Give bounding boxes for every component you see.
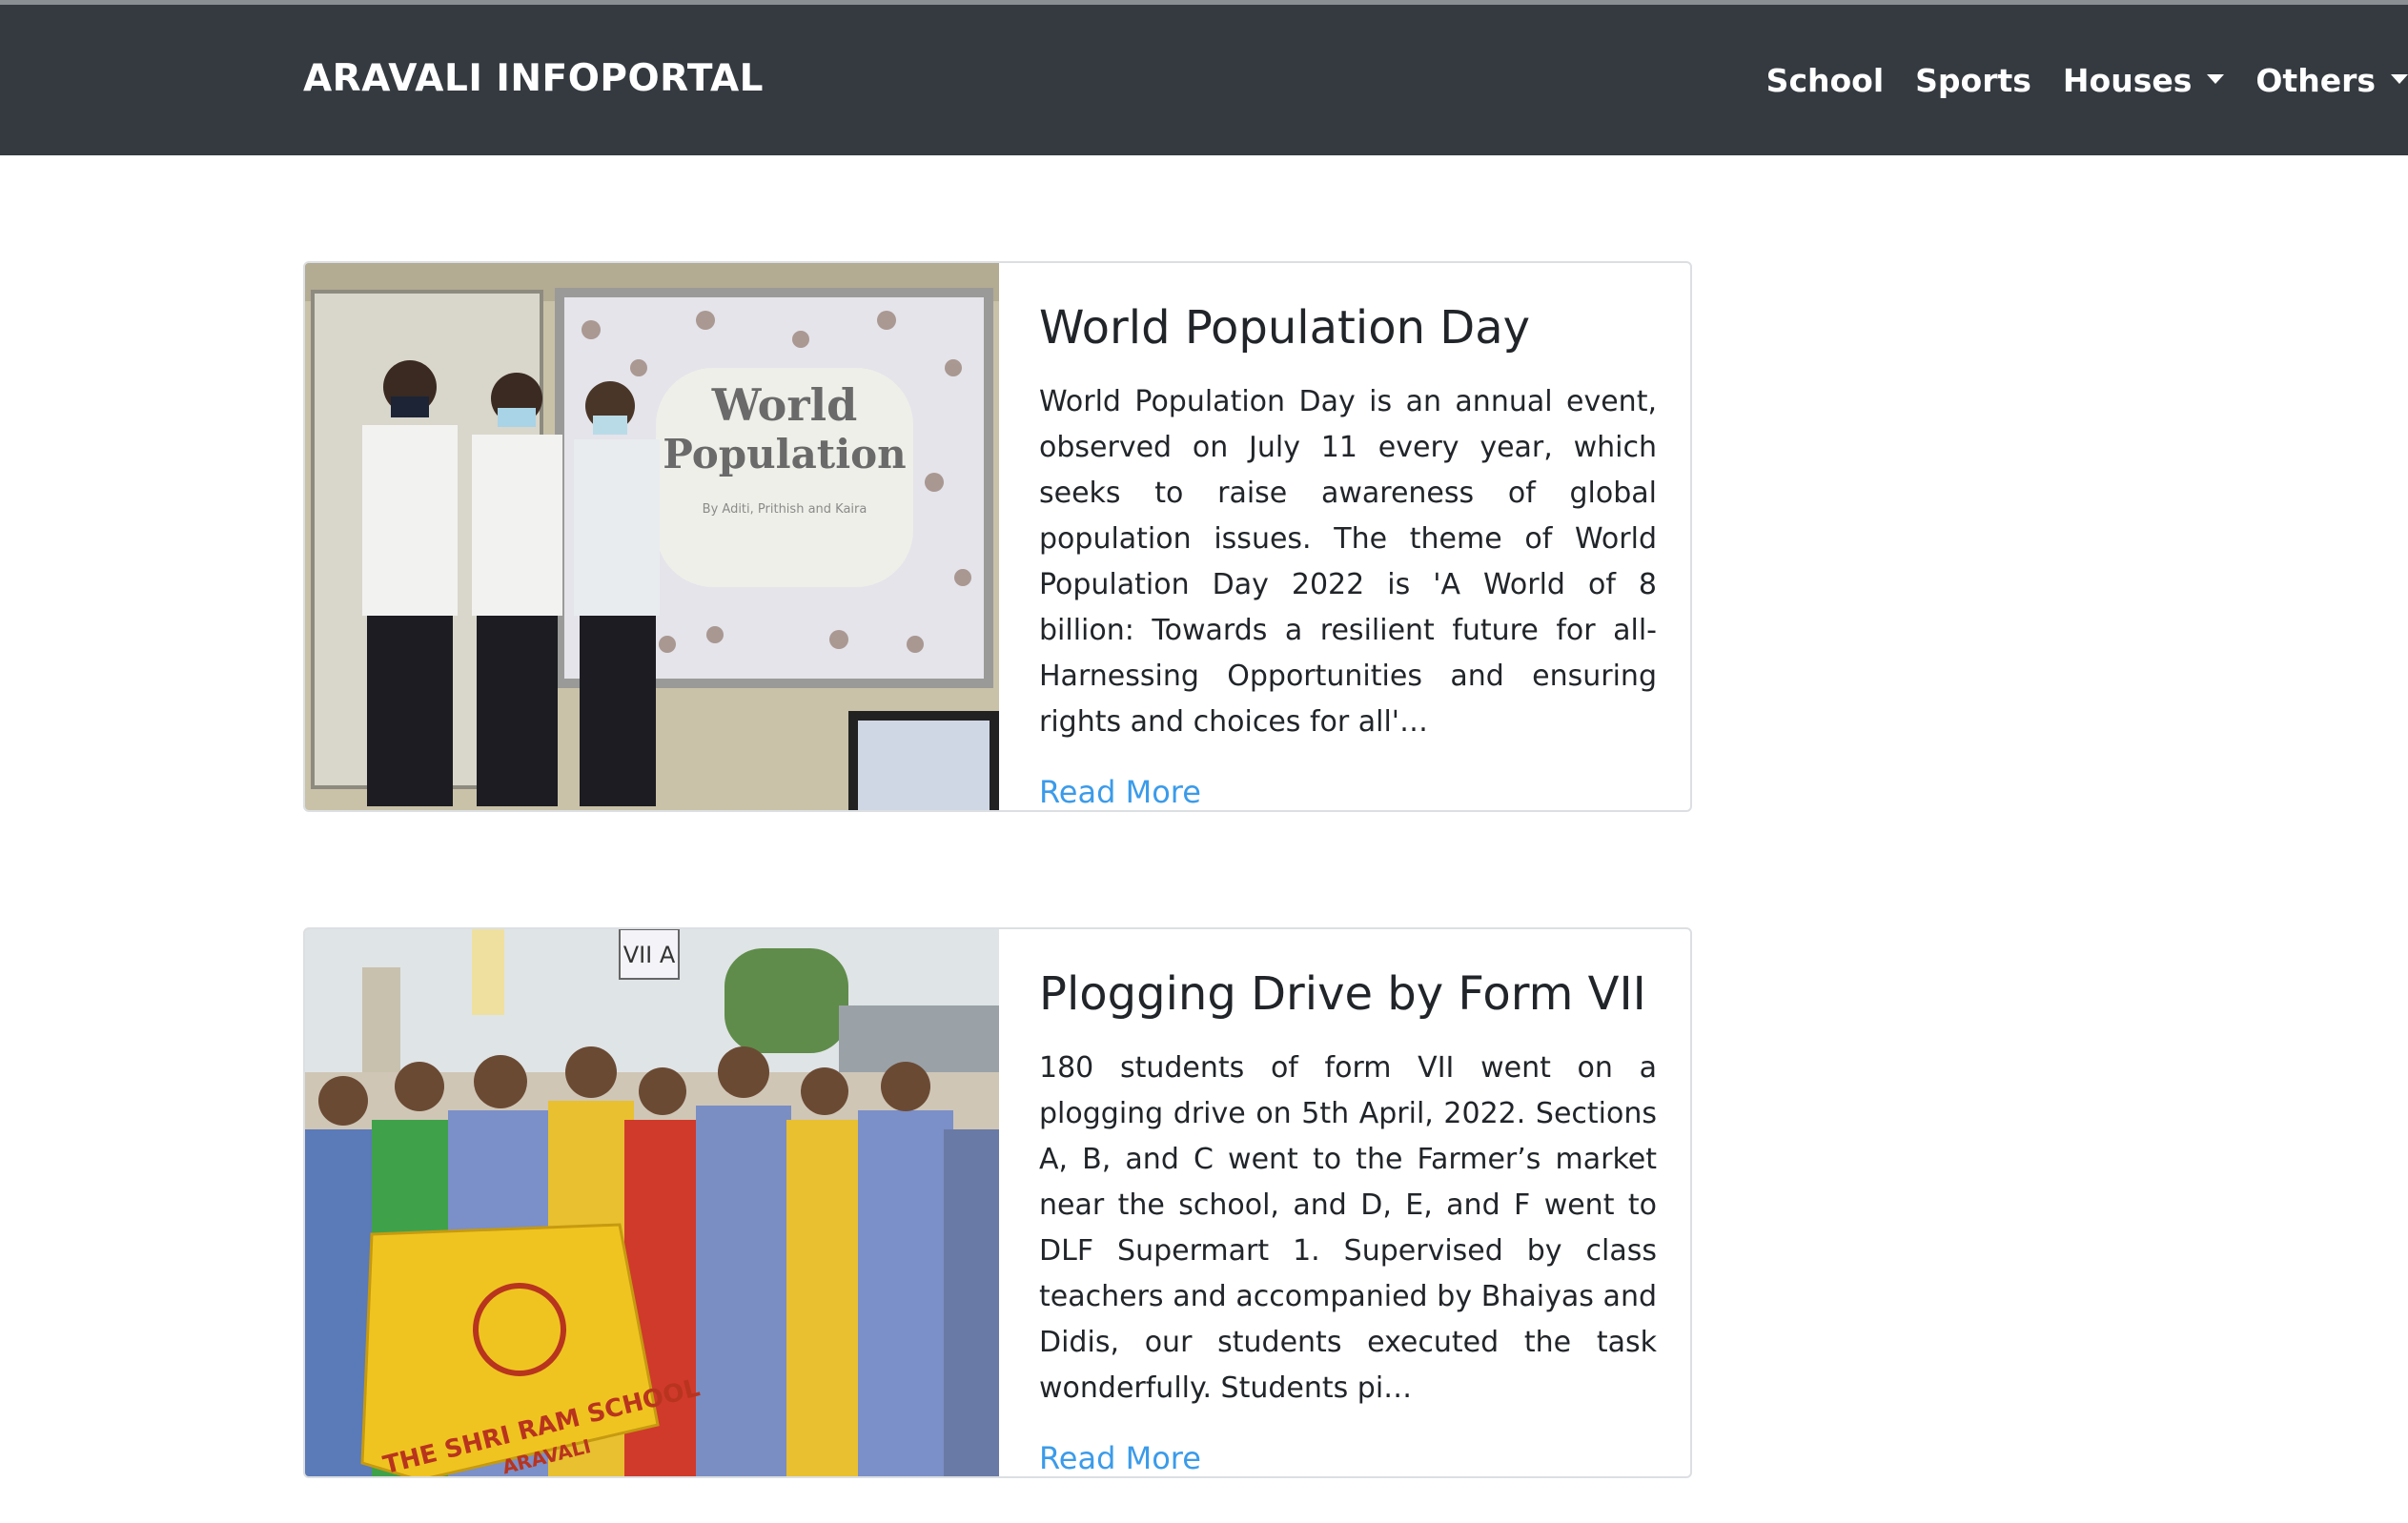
nav-dropdown-others-label: Others [2255,62,2376,99]
post-title: World Population Day [1039,301,1531,355]
brand-logo-text[interactable]: ARAVALI INFOPORTAL [303,57,764,100]
nav-dropdown-others[interactable]: Others [2255,62,2408,99]
post-card-body: World Population Day World Population Da… [1039,263,1657,810]
read-more-link[interactable]: Read More [1039,1440,1201,1476]
navbar: ARAVALI INFOPORTAL School Sports Houses … [0,5,2408,155]
post-excerpt: World Population Day is an annual event,… [1039,384,1657,739]
nav-link-school[interactable]: School [1766,62,1884,99]
slide-title-line1: World [711,379,857,431]
slide-byline: By Aditi, Prithish and Kaira [703,502,867,517]
slide-title-line2: Population [663,431,906,477]
nav-dropdown-houses[interactable]: Houses [2062,62,2225,99]
caret-down-icon [2207,73,2225,84]
nav-link-sports[interactable]: Sports [1915,62,2031,99]
class-sign: VII A [623,942,676,968]
post-card: VII A THE SHRI RAM SCHOOL ARAVALI Ploggi… [303,927,1692,1478]
post-excerpt: 180 students of form VII went on a plogg… [1039,1050,1657,1405]
nav-links: School Sports Houses Others [1766,62,2408,99]
nav-link-sports-label: Sports [1915,62,2031,99]
post-card-body: Plogging Drive by Form VII 180 students … [1039,929,1657,1476]
nav-link-school-label: School [1765,62,1885,99]
post-image-world-population[interactable]: World Population By Aditi, Prithish and … [305,263,999,810]
post-title: Plogging Drive by Form VII [1039,967,1646,1021]
caret-down-icon [2391,73,2408,84]
post-image-plogging-drive[interactable]: VII A THE SHRI RAM SCHOOL ARAVALI [305,929,999,1476]
read-more-link[interactable]: Read More [1039,774,1201,810]
post-card: World Population By Aditi, Prithish and … [303,261,1692,812]
nav-dropdown-houses-label: Houses [2062,62,2193,99]
